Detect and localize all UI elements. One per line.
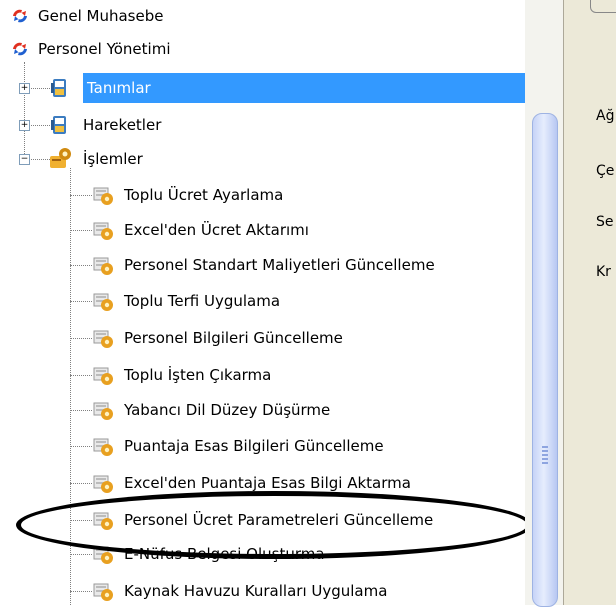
tree-line [70, 168, 71, 605]
detail-panel: Ağ Çe Se Kr [578, 0, 616, 605]
tree-item-label: Tanımlar [83, 73, 525, 103]
tree-item-tanimlar[interactable]: + Tanımlar [19, 73, 529, 103]
navigation-tree: Genel Muhasebe Personel Yönetimi + Tanım… [0, 0, 532, 605]
tree-item-label: Toplu Terfi Uygulama [124, 292, 281, 310]
operation-icon [93, 257, 113, 275]
tree-item-label: Yabancı Dil Düzey Düşürme [124, 401, 331, 419]
module-icon [13, 42, 27, 56]
tree-item-label: Puantaja Esas Bilgileri Güncelleme [124, 437, 384, 455]
operation-icon [93, 330, 113, 348]
operation-icon [93, 546, 113, 564]
tree-item-label: Personel Standart Maliyetleri Güncelleme [124, 256, 435, 274]
tree-item-label: Personel Bilgileri Güncelleme [124, 329, 343, 347]
tools-folder-icon [50, 148, 71, 168]
module-icon [13, 9, 27, 23]
tree-item-label: Hareketler [83, 116, 162, 134]
tree-item-label: Genel Muhasebe [38, 7, 164, 25]
field-label: Se [596, 214, 614, 230]
field-label: Çe [596, 163, 615, 179]
operation-icon [93, 187, 113, 205]
tree-item-label: Personel Yönetimi [38, 40, 171, 58]
operation-icon [93, 222, 113, 240]
vertical-scrollbar[interactable] [525, 0, 563, 607]
operation-icon [93, 293, 113, 311]
field-label: Ağ [596, 108, 615, 124]
tree-item-label: İşlemler [83, 150, 143, 168]
scrollbar-thumb[interactable] [532, 113, 558, 607]
tree-item-label: E-Nüfus Belgesi Oluşturma [124, 545, 325, 563]
operation-icon [93, 475, 113, 493]
tree-item-label: Toplu İşten Çıkarma [124, 366, 272, 384]
tree-item-label: Kaynak Havuzu Kuralları Uygulama [124, 582, 388, 600]
folder-icon [51, 79, 66, 97]
operation-icon [93, 512, 113, 530]
operation-icon [93, 402, 113, 420]
tree-item-label: Excel'den Ücret Aktarımı [124, 221, 309, 239]
tree-item-label: Personel Ücret Parametreleri Güncelleme [124, 511, 434, 529]
tree-item-label: Excel'den Puantaja Esas Bilgi Aktarma [124, 474, 411, 492]
tree-item-label: Toplu Ücret Ayarlama [124, 186, 284, 204]
folder-icon [51, 116, 66, 134]
expand-icon[interactable]: + [19, 120, 30, 131]
detail-panel-frame [590, 0, 616, 13]
expand-icon[interactable]: + [19, 83, 30, 94]
operation-icon [93, 367, 113, 385]
field-label: Kr [596, 264, 611, 280]
collapse-icon[interactable]: − [19, 154, 30, 165]
panel-splitter[interactable] [563, 0, 579, 605]
operation-icon [93, 583, 113, 601]
operation-icon [93, 438, 113, 456]
